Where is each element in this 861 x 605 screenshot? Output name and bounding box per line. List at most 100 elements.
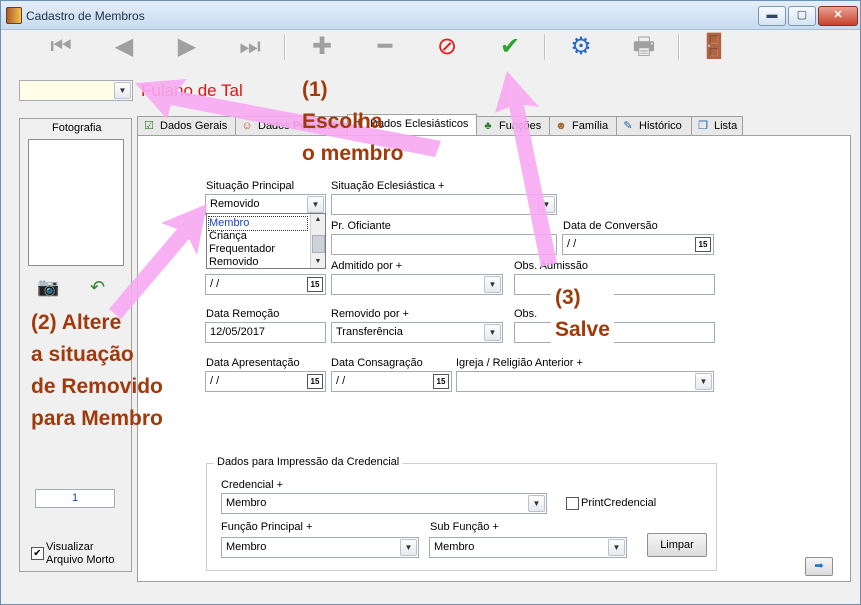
toolbar-separator — [678, 34, 680, 60]
person-icon: ☺ — [241, 120, 253, 132]
hierarchy-icon: ♣ — [484, 120, 492, 132]
scroll-thumb[interactable] — [312, 235, 325, 253]
situacao-principal-label: Situação Principal — [206, 180, 295, 192]
annotation-line: (2) Altere — [31, 311, 122, 334]
list-icon: ❐ — [698, 120, 708, 132]
annotation-step3: (3) Salve — [551, 282, 614, 346]
removido-por-label: Removido por + — [331, 308, 409, 320]
print-credencial-label: PrintCredencial — [581, 497, 657, 509]
calendar-icon[interactable]: 15 — [433, 374, 449, 389]
situacao-principal-select[interactable]: Removido ▼ — [205, 194, 326, 215]
chevron-down-icon[interactable]: ▼ — [528, 495, 545, 512]
data-apresentacao-input[interactable]: / / 15 — [205, 371, 326, 392]
photo-box[interactable] — [28, 139, 124, 266]
exit-button[interactable]: 🚪 — [699, 32, 729, 62]
scroll-down-icon[interactable]: ▼ — [311, 256, 325, 268]
chevron-down-icon[interactable]: ▼ — [695, 373, 712, 390]
next-record-button[interactable]: ▶ — [172, 32, 202, 62]
tab-historico[interactable]: ✎ Histórico — [616, 116, 692, 135]
tab-lista[interactable]: ❐ Lista — [691, 116, 743, 135]
annotation-line: de Removido — [31, 375, 163, 398]
igreja-anterior-label: Igreja / Religião Anterior + — [456, 357, 583, 369]
tab-dados-gerais[interactable]: ☑ Dados Gerais — [137, 116, 236, 135]
chevron-down-icon[interactable]: ▼ — [608, 539, 625, 556]
admitido-por-select[interactable]: ▼ — [331, 274, 503, 295]
pencil-icon: ✎ — [623, 120, 633, 132]
app-window: Cadastro de Membros ▬ ▢ ✕ ⏮ ◀ ▶ ⏭ ✚ ━ ⊘ … — [0, 0, 861, 605]
settings-button[interactable]: ⚙ — [566, 32, 596, 62]
data-conversao-input[interactable]: / / 15 — [562, 234, 714, 255]
camera-icon[interactable]: 📷 — [37, 277, 61, 297]
annotation-line: Escolha — [302, 110, 383, 133]
dropdown-option-crianca[interactable]: Criança — [209, 230, 307, 243]
data-consagracao-input[interactable]: / / 15 — [331, 371, 452, 392]
minimize-button[interactable]: ▬ — [758, 6, 786, 26]
annotation-step1: (1) Escolha o membro — [302, 74, 404, 170]
add-record-button[interactable]: ✚ — [307, 32, 337, 62]
removido-por-value: Transferência — [336, 326, 403, 338]
dropdown-option-removido[interactable]: Removido — [209, 256, 307, 269]
chevron-down-icon[interactable]: ▼ — [114, 82, 131, 99]
data-remocao-input[interactable]: 12/05/2017 — [205, 322, 326, 343]
data-apresentacao-value: / / — [210, 375, 220, 387]
close-button[interactable]: ✕ — [818, 6, 858, 26]
tab-funcoes[interactable]: ♣ Funções — [476, 116, 550, 135]
visualizar-label: Visualizar — [46, 541, 94, 553]
maximize-button[interactable]: ▢ — [788, 6, 816, 26]
member-name: Fulano de Tal — [141, 81, 243, 100]
toolbar-separator — [284, 34, 286, 60]
pr-oficiante-input[interactable] — [331, 234, 557, 255]
print-credencial-checkbox[interactable] — [566, 497, 579, 510]
tab-label: Dados Gerais — [160, 120, 228, 132]
next-arrow-button[interactable]: ➡ — [805, 557, 833, 576]
arquivo-morto-label: Arquivo Morto — [46, 554, 115, 566]
situacao-eclesiastica-select[interactable]: ▼ — [331, 194, 557, 215]
credencial-label: Credencial + — [221, 479, 284, 491]
data-conversao-value: / / — [567, 238, 577, 250]
scroll-up-icon[interactable]: ▲ — [311, 214, 325, 226]
data-admissao-input[interactable]: / / 15 — [205, 274, 326, 295]
admitido-por-label: Admitido por + — [331, 260, 403, 272]
visualizar-arquivo-morto-checkbox[interactable]: ✔ — [31, 547, 44, 560]
sub-funcao-select[interactable]: Membro ▼ — [429, 537, 627, 558]
title-bar: Cadastro de Membros ▬ ▢ ✕ — [1, 1, 860, 30]
credencial-select[interactable]: Membro ▼ — [221, 493, 547, 514]
cancel-button[interactable]: ⊘ — [432, 32, 462, 62]
previous-record-button[interactable]: ◀ — [109, 32, 139, 62]
member-select[interactable]: ▼ — [19, 80, 133, 101]
save-button[interactable]: ✔ — [495, 32, 525, 62]
chevron-down-icon[interactable]: ▼ — [484, 324, 501, 341]
dropdown-option-membro[interactable]: Membro — [208, 216, 308, 231]
dropdown-scrollbar[interactable]: ▲ ▼ — [310, 214, 325, 268]
chevron-down-icon[interactable]: ▼ — [307, 196, 324, 213]
calendar-icon[interactable]: 15 — [695, 237, 711, 252]
data-consagracao-value: / / — [336, 375, 346, 387]
tab-familia[interactable]: ☻ Família — [549, 116, 617, 135]
remove-record-button[interactable]: ━ — [370, 32, 400, 62]
print-button[interactable]: 🖶 — [629, 32, 659, 62]
checklist-icon: ☑ — [144, 120, 154, 132]
limpar-button[interactable]: Limpar — [647, 533, 707, 557]
funcao-principal-select[interactable]: Membro ▼ — [221, 537, 419, 558]
removido-por-select[interactable]: Transferência ▼ — [331, 322, 503, 343]
app-icon — [6, 7, 22, 24]
dropdown-option-frequentador[interactable]: Frequentador — [209, 243, 307, 256]
obs-remocao-input[interactable] — [514, 322, 715, 343]
annotation-line: a situação — [31, 343, 134, 366]
calendar-icon[interactable]: 15 — [307, 374, 323, 389]
last-record-button[interactable]: ⏭ — [235, 32, 265, 62]
data-consagracao-label: Data Consagração — [331, 357, 423, 369]
igreja-anterior-select[interactable]: ▼ — [456, 371, 714, 392]
chevron-down-icon[interactable]: ▼ — [538, 196, 555, 213]
chevron-down-icon[interactable]: ▼ — [484, 276, 501, 293]
chevron-down-icon[interactable]: ▼ — [400, 539, 417, 556]
tab-label: Funções — [499, 120, 542, 132]
pr-oficiante-label: Pr. Oficiante — [331, 220, 391, 232]
undo-icon[interactable]: ↶ — [90, 275, 116, 299]
family-icon: ☻ — [555, 120, 567, 132]
data-apresentacao-label: Data Apresentação — [206, 357, 300, 369]
obs-admissao-input[interactable] — [514, 274, 715, 295]
first-record-button[interactable]: ⏮ — [46, 32, 76, 62]
annotation-line: o membro — [302, 142, 404, 165]
calendar-icon[interactable]: 15 — [307, 277, 323, 292]
